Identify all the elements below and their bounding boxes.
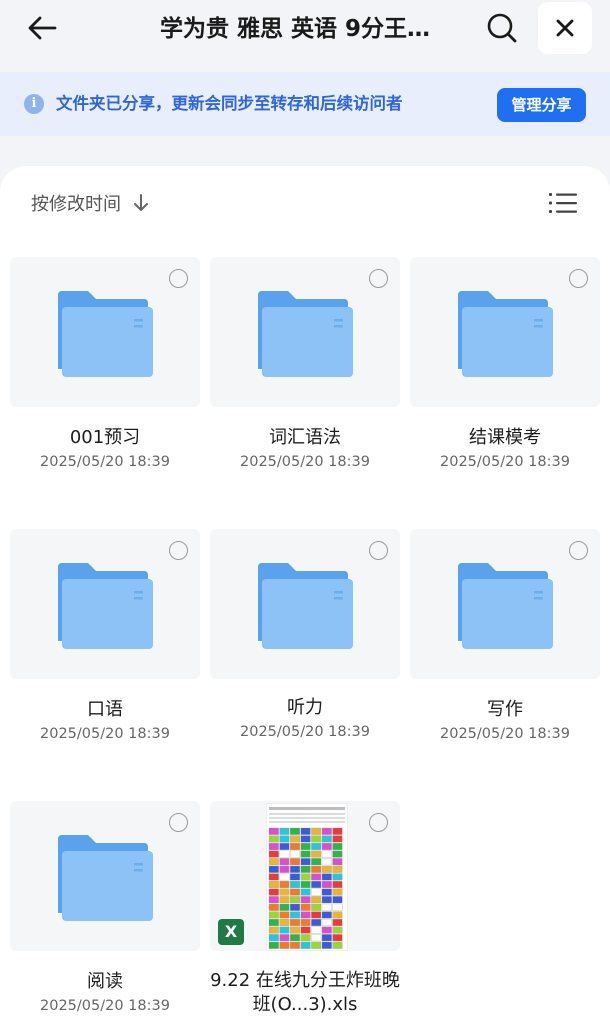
folder-icon [58, 563, 153, 649]
folder-icon [458, 563, 553, 649]
item-date: 2025/05/20 18:39 [240, 454, 370, 470]
select-radio[interactable] [569, 269, 588, 288]
folder-card[interactable] [410, 257, 600, 407]
close-icon [556, 19, 574, 37]
select-radio[interactable] [369, 541, 388, 560]
sort-label: 按修改时间 [31, 194, 121, 215]
top-bar: 学为贵 雅思 英语 9分王… [0, 0, 610, 72]
list-view-icon [549, 193, 577, 213]
item-name: 口语 [87, 699, 123, 720]
folder-card[interactable] [10, 257, 200, 407]
item-name: 阅读 [87, 971, 123, 992]
select-radio[interactable] [169, 813, 188, 832]
item-name: 写作 [487, 699, 523, 720]
item-name: 001预习 [69, 427, 141, 448]
back-button[interactable] [22, 10, 62, 46]
folder-icon [58, 835, 153, 921]
item-date: 2025/05/20 18:39 [40, 454, 170, 470]
manage-share-button[interactable]: 管理分享 [497, 88, 586, 122]
folder-icon [458, 291, 553, 377]
page-title: 学为贵 雅思 英语 9分王… [160, 16, 431, 42]
folder-icon [58, 291, 153, 377]
folder-icon [258, 291, 353, 377]
search-icon [487, 13, 517, 43]
info-icon: i [24, 94, 44, 114]
folder-card[interactable] [210, 257, 400, 407]
excel-file-icon: X [218, 919, 244, 945]
item-date: 2025/05/20 18:39 [40, 726, 170, 742]
share-notice-text: 文件夹已分享，更新会同步至转存和后续访问者 [56, 94, 403, 113]
select-radio[interactable] [369, 813, 388, 832]
item-date: 2025/05/20 18:39 [40, 998, 170, 1014]
select-radio[interactable] [169, 541, 188, 560]
item-date: 2025/05/20 18:39 [240, 724, 370, 740]
item-name: 听力 [287, 697, 323, 718]
folder-card[interactable] [410, 529, 600, 679]
item-name: 词汇语法 [269, 427, 341, 448]
select-radio[interactable] [369, 269, 388, 288]
item-date: 2025/05/20 18:39 [440, 454, 570, 470]
item-name: 9.22 在线九分王炸班晚班(O...3).xls [210, 970, 400, 1015]
item-date: 2025/05/20 18:39 [440, 726, 570, 742]
sort-control[interactable]: 按修改时间 [31, 190, 149, 216]
arrow-left-icon [28, 16, 57, 40]
arrow-down-icon [133, 193, 149, 213]
folder-icon [258, 563, 353, 649]
folder-card[interactable] [210, 529, 400, 679]
select-radio[interactable] [569, 541, 588, 560]
close-button[interactable] [538, 2, 592, 54]
search-button[interactable] [482, 8, 522, 48]
list-view-toggle[interactable] [548, 190, 578, 216]
folder-card[interactable] [10, 801, 200, 951]
item-name: 结课模考 [469, 427, 541, 448]
folder-card[interactable] [10, 529, 200, 679]
share-banner: i 文件夹已分享，更新会同步至转存和后续访问者 管理分享 [0, 72, 610, 136]
select-radio[interactable] [169, 269, 188, 288]
spreadsheet-thumbnail [266, 803, 348, 951]
file-card[interactable]: X [210, 801, 400, 951]
